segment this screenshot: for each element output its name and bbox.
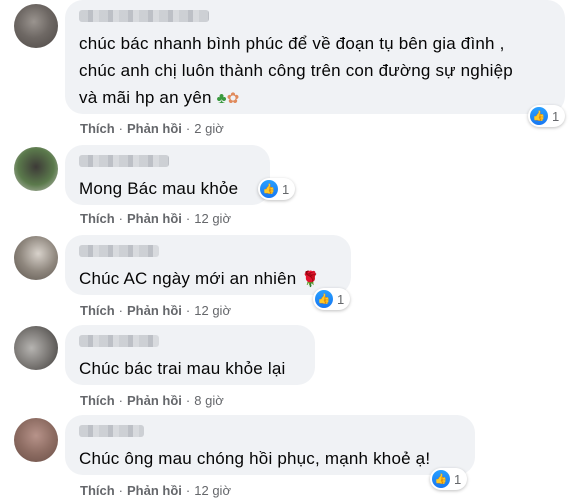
comment-bubble: Chúc bác trai mau khỏe lại <box>65 325 315 385</box>
timestamp[interactable]: 8 giờ <box>194 393 224 408</box>
comment-bubble: Chúc AC ngày mới an nhiên 🌹 <box>65 235 351 295</box>
commenter-name-blurred[interactable] <box>79 335 159 347</box>
comment-actions: Thích · Phản hồi · 12 giờ <box>80 303 231 318</box>
commenter-name-blurred[interactable] <box>79 245 159 257</box>
commenter-name-blurred[interactable] <box>79 425 144 437</box>
reaction-summary[interactable]: 👍 1 <box>258 178 296 200</box>
like-icon: 👍 <box>315 290 333 308</box>
comment-text-line: chúc bác nhanh bình phúc để về đoạn tụ b… <box>79 34 505 53</box>
reply-button[interactable]: Phản hồi <box>127 121 182 136</box>
comment-text-line: Mong Bác mau khỏe <box>79 179 239 198</box>
four-leaf-clover-icon: ♣ <box>216 90 227 107</box>
timestamp[interactable]: 12 giờ <box>194 211 231 226</box>
reply-button[interactable]: Phản hồi <box>127 303 182 318</box>
reaction-count: 1 <box>552 108 560 124</box>
avatar[interactable] <box>14 236 58 280</box>
reply-button[interactable]: Phản hồi <box>127 393 182 408</box>
timestamp[interactable]: 12 giờ <box>194 303 231 318</box>
comment-text-line: Chúc bác trai mau khỏe lại <box>79 359 286 378</box>
comment-bubble: chúc bác nhanh bình phúc để về đoạn tụ b… <box>65 0 565 114</box>
like-button[interactable]: Thích <box>80 303 115 318</box>
flower-bouquet-icon: ✿ <box>226 90 240 107</box>
reply-button[interactable]: Phản hồi <box>127 483 182 498</box>
rose-icon: 🌹 <box>301 271 321 288</box>
reaction-count: 1 <box>282 181 290 197</box>
avatar[interactable] <box>14 4 58 48</box>
avatar[interactable] <box>14 147 58 191</box>
reaction-summary[interactable]: 👍 1 <box>313 288 351 310</box>
comment-text-line: chúc anh chị luôn thành công trên con đư… <box>79 61 513 80</box>
comment-text-line: Chúc AC ngày mới an nhiên <box>79 269 297 288</box>
reaction-summary[interactable]: 👍 1 <box>430 468 468 490</box>
comment-actions: Thích · Phản hồi · 2 giờ <box>80 121 224 136</box>
timestamp[interactable]: 12 giờ <box>194 483 231 498</box>
like-icon: 👍 <box>432 470 450 488</box>
like-button[interactable]: Thích <box>80 483 115 498</box>
like-icon: 👍 <box>530 107 548 125</box>
commenter-name-blurred[interactable] <box>79 10 209 22</box>
comment-text-line: Chúc ông mau chóng hồi phục, mạnh khoẻ ạ… <box>79 449 431 468</box>
like-button[interactable]: Thích <box>80 393 115 408</box>
avatar[interactable] <box>14 418 58 462</box>
comment-bubble: Chúc ông mau chóng hồi phục, mạnh khoẻ ạ… <box>65 415 475 475</box>
like-icon: 👍 <box>260 180 278 198</box>
avatar[interactable] <box>14 326 58 370</box>
comment-text-line: và mãi hp an yên <box>79 88 212 107</box>
reply-button[interactable]: Phản hồi <box>127 211 182 226</box>
comment-actions: Thích · Phản hồi · 8 giờ <box>80 393 224 408</box>
commenter-name-blurred[interactable] <box>79 155 169 167</box>
reaction-count: 1 <box>454 471 462 487</box>
comment-bubble: Mong Bác mau khỏe <box>65 145 270 205</box>
like-button[interactable]: Thích <box>80 121 115 136</box>
comment-actions: Thích · Phản hồi · 12 giờ <box>80 211 231 226</box>
reaction-summary[interactable]: 👍 1 <box>528 105 566 127</box>
timestamp[interactable]: 2 giờ <box>194 121 224 136</box>
like-button[interactable]: Thích <box>80 211 115 226</box>
reaction-count: 1 <box>337 291 345 307</box>
comment-actions: Thích · Phản hồi · 12 giờ <box>80 483 231 498</box>
